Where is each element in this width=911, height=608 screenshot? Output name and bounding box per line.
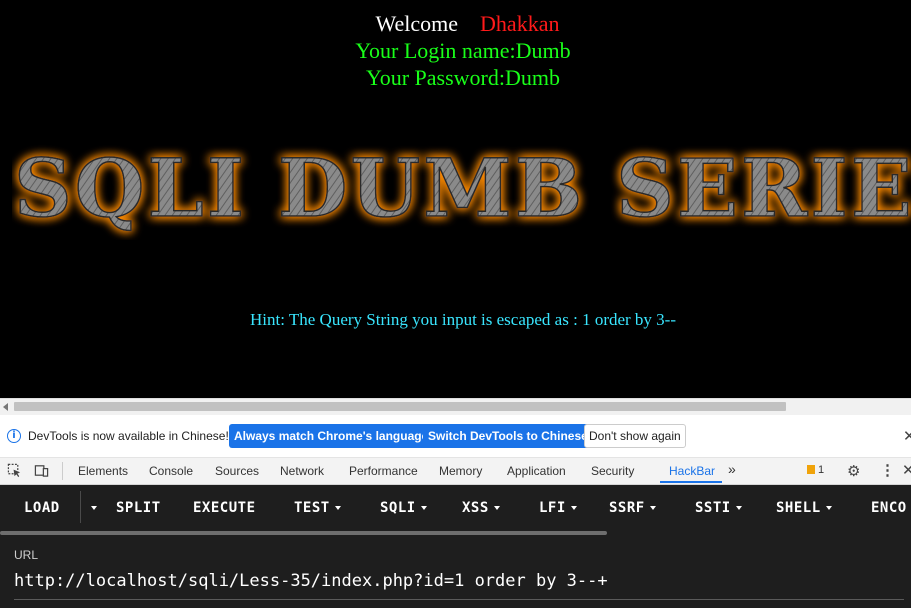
welcome-text: Welcome [375,11,459,36]
chevron-down-icon [649,506,656,510]
scrollbar-thumb[interactable] [14,402,786,411]
tab-memory[interactable]: Memory [439,464,482,478]
issue-flag-icon [807,465,815,474]
query-hint-text: Hint: The Query String you input is esca… [249,310,677,329]
chevron-down-icon [334,506,341,510]
inspect-element-icon[interactable] [7,463,22,478]
always-match-language-button[interactable]: Always match Chrome's language [229,424,434,448]
load-button[interactable]: LOAD [24,500,60,516]
chevron-down-icon [91,506,97,510]
close-icon[interactable]: ✕ [903,427,911,445]
chevron-down-icon [493,506,500,510]
xss-menu-label: XSS [462,500,489,516]
tab-elements[interactable]: Elements [78,464,128,478]
scroll-left-arrow-icon[interactable] [3,403,8,411]
tab-security[interactable]: Security [591,464,634,478]
test-menu[interactable]: TEST [294,500,341,516]
info-icon: i [7,429,21,443]
tab-console[interactable]: Console [149,464,193,478]
devtools-language-infobar: i DevTools is now available in Chinese! … [0,415,911,458]
tab-sources[interactable]: Sources [215,464,259,478]
ssti-menu-label: SSTI [695,500,731,516]
toolbar-separator [62,462,63,480]
load-options-dropdown[interactable] [86,500,97,516]
page-horizontal-scrollbar[interactable] [0,398,911,415]
encoding-menu[interactable]: ENCO [871,500,907,516]
url-label: URL [14,548,39,562]
active-tab-indicator [660,481,722,483]
banner-title: SQLI DUMB SERIES [14,141,911,235]
chevron-down-icon [825,506,832,510]
lfi-menu-label: LFI [539,500,566,516]
url-panel: URL http://localhost/sqli/Less-35/index.… [0,535,911,608]
execute-button[interactable]: EXECUTE [193,500,256,516]
ssrf-menu[interactable]: SSRF [609,500,656,516]
sqli-menu-label: SQLI [380,500,416,516]
dont-show-again-button[interactable]: Don't show again [584,424,686,448]
web-page-viewport: Welcome Dhakkan Your Login name:Dumb Your… [0,0,911,398]
sqli-menu[interactable]: SQLI [380,500,427,516]
more-tabs-chevron-icon[interactable]: » [728,461,736,477]
chevron-down-icon [570,506,577,510]
ssrf-menu-label: SSRF [609,500,645,516]
more-options-icon[interactable]: ⋮ [880,461,895,479]
devtools-tab-strip: Elements Console Sources Network Perform… [0,458,911,485]
issues-badge[interactable]: 1 [807,464,824,476]
tab-network[interactable]: Network [280,464,324,478]
sqli-dumb-series-banner: SQLI DUMB SERIES [13,140,911,236]
close-devtools-icon[interactable]: ✕ [902,461,911,479]
hackbar-toolbar: LOAD SPLIT EXECUTE TEST SQLI XSS LFI SSR… [0,485,911,535]
url-input-underline [14,599,904,600]
lfi-menu[interactable]: LFI [539,500,577,516]
device-toolbar-icon[interactable] [34,463,49,478]
switch-to-chinese-button[interactable]: Switch DevTools to Chinese [423,424,593,448]
split-button[interactable]: SPLIT [116,500,161,516]
test-menu-label: TEST [294,500,330,516]
shell-menu[interactable]: SHELL [776,500,832,516]
tab-application[interactable]: Application [507,464,566,478]
tab-hackbar[interactable]: HackBar [669,464,715,478]
toolbar-divider [80,491,81,523]
ssti-menu[interactable]: SSTI [695,500,742,516]
issues-count: 1 [818,464,825,476]
password-text: Your Password:Dumb [366,65,560,90]
shell-menu-label: SHELL [776,500,821,516]
infobar-message: DevTools is now available in Chinese! [28,429,229,443]
gear-icon[interactable]: ⚙ [847,462,860,480]
login-name-text: Your Login name:Dumb [355,38,571,63]
user-name-text: Dhakkan [480,11,560,36]
url-input[interactable]: http://localhost/sqli/Less-35/index.php?… [14,571,608,591]
chevron-down-icon [735,506,742,510]
xss-menu[interactable]: XSS [462,500,500,516]
tab-performance[interactable]: Performance [349,464,418,478]
welcome-line: Welcome Dhakkan [0,10,911,37]
chevron-down-icon [420,506,427,510]
